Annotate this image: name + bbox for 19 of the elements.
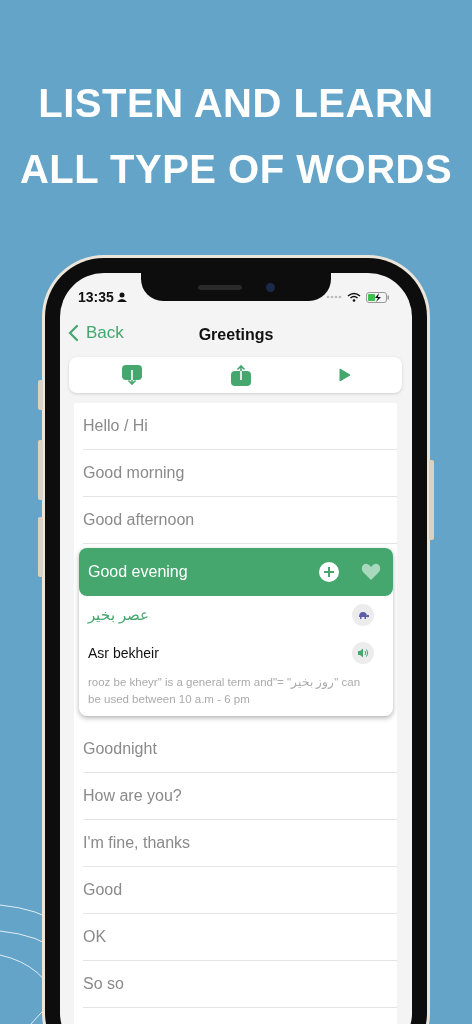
status-time: 13:35 (78, 289, 114, 305)
headline: LISTEN AND LEARN (38, 80, 434, 126)
screen-title: Greetings (198, 326, 274, 344)
headline: ALL TYPE OF WORDS (19, 146, 453, 192)
phrase-text: Good evening (88, 563, 189, 581)
phrase-row[interactable]: So so (83, 961, 397, 1008)
phrase-row[interactable]: OK (83, 914, 397, 961)
phrase-row[interactable]: Good afternoon (83, 497, 397, 544)
phrase-header[interactable]: Good evening (79, 548, 393, 596)
phrase-row[interactable]: Good (83, 867, 397, 914)
note-text: rooz be kheyr" is a general term and"= "روز بخیر" can be used between 10 a.m - 6 pm (87, 675, 362, 707)
persian-text: عصر بخیر (88, 606, 150, 624)
phrase-row[interactable]: Hello / Hi (83, 403, 397, 450)
phrase-row[interactable]: I'm fine, thanks (83, 820, 397, 867)
phrase-row[interactable]: Goodnight (83, 726, 397, 773)
back-link[interactable]: Back (68, 323, 124, 343)
phrase-row[interactable]: How are you? (83, 773, 397, 820)
transliteration-text: Asr bekheir (88, 645, 159, 661)
phrase-row[interactable]: Good morning (83, 450, 397, 497)
